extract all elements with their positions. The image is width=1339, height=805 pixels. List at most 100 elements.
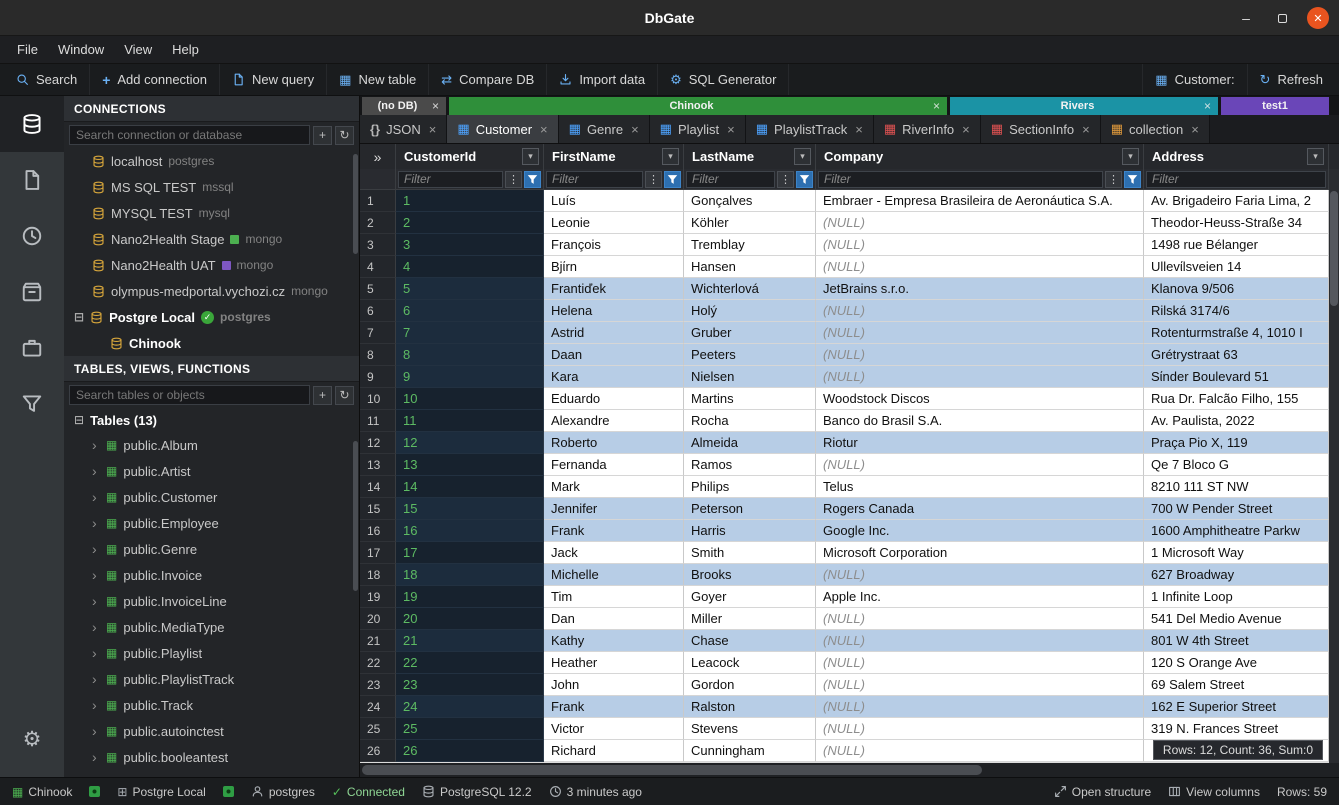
connection-item-chinook[interactable]: Chinook [64,330,359,356]
tab-riverinfo[interactable]: ▦RiverInfo× [874,115,981,143]
cell[interactable]: 1600 Amphitheatre Parkw [1144,520,1329,542]
table-item-public-autoinctest[interactable]: ›▦public.autoinctest [64,718,359,744]
tab-sectioninfo[interactable]: ▦SectionInfo× [981,115,1101,143]
cell[interactable]: Ullevίlsveien 14 [1144,256,1329,278]
cell[interactable]: Philips [684,476,816,498]
status-postgre-local[interactable]: ⊞Postgre Local [117,785,205,799]
cell[interactable]: Köhler [684,212,816,234]
cell[interactable]: 4 [396,256,544,278]
menu-window[interactable]: Window [49,39,113,60]
chevron-down-icon[interactable]: ▾ [662,148,679,165]
cell[interactable]: 541 Del Medio Avenue [1144,608,1329,630]
chevron-down-icon[interactable]: ▾ [522,148,539,165]
cell[interactable]: 120 S Orange Ave [1144,652,1329,674]
row-number[interactable]: 3 [360,234,396,256]
cell[interactable]: 21 [396,630,544,652]
filter-menu-icon[interactable]: ⋮ [1105,171,1122,188]
row-number[interactable]: 6 [360,300,396,322]
connection-item-localhost[interactable]: localhostpostgres [64,148,359,174]
cell[interactable]: 16 [396,520,544,542]
chevron-right-icon[interactable]: › [92,645,100,661]
close-icon[interactable]: × [631,122,639,137]
chevron-right-icon[interactable]: › [92,437,100,453]
row-number[interactable]: 21 [360,630,396,652]
tab-customer[interactable]: ▦Customer× [447,115,558,143]
cell[interactable]: (NULL) [816,564,1144,586]
connection-item-nano2health-stage[interactable]: Nano2Health Stagemongo [64,226,359,252]
cell[interactable]: Rotenturmstraße 4, 1010 I [1144,322,1329,344]
cell[interactable]: Riotur [816,432,1144,454]
cell[interactable]: Gordon [684,674,816,696]
cell[interactable]: Theodor-Heuss-Straße 34 [1144,212,1329,234]
cell[interactable]: 2 [396,212,544,234]
cell[interactable]: Ramos [684,454,816,476]
collapse-icon[interactable]: ⊟ [74,413,84,427]
cell[interactable]: Holý [684,300,816,322]
cell[interactable]: Frantiďek [544,278,684,300]
row-number[interactable]: 20 [360,608,396,630]
status-view-columns[interactable]: View columns [1168,785,1260,799]
status-open-structure[interactable]: Open structure [1054,785,1151,799]
row-number[interactable]: 10 [360,388,396,410]
cell[interactable]: Astrid [544,322,684,344]
cell[interactable]: 700 W Pender Street [1144,498,1329,520]
menu-help[interactable]: Help [163,39,208,60]
grid-vertical-scrollbar-thumb[interactable] [1330,191,1338,306]
tab-json[interactable]: {}JSON× [360,115,447,143]
cell[interactable]: Nielsen [684,366,816,388]
db-tab-rivers[interactable]: Rivers× [950,97,1218,115]
cell[interactable]: Frank [544,696,684,718]
cell[interactable]: John [544,674,684,696]
table-item-public-booleantest[interactable]: ›▦public.booleantest [64,744,359,770]
cell[interactable]: (NULL) [816,256,1144,278]
chevron-right-icon[interactable]: › [92,567,100,583]
row-number[interactable]: 9 [360,366,396,388]
cell[interactable]: Helena [544,300,684,322]
table-item-public-track[interactable]: ›▦public.Track [64,692,359,718]
chevron-right-icon[interactable]: › [92,723,100,739]
cell[interactable]: Tim [544,586,684,608]
table-item-public-mediatype[interactable]: ›▦public.MediaType [64,614,359,640]
column-header-lastname[interactable]: LastName▾ [684,144,816,169]
row-number[interactable]: 11 [360,410,396,432]
close-icon[interactable]: × [1204,99,1211,113]
cell[interactable]: Kathy [544,630,684,652]
chevron-right-icon[interactable]: › [92,515,100,531]
cell[interactable]: Eduardo [544,388,684,410]
cell[interactable]: Jennifer [544,498,684,520]
connection-item-postgre-local[interactable]: ⊟Postgre Local✓postgres [64,304,359,330]
cell[interactable]: Martins [684,388,816,410]
tab-genre[interactable]: ▦Genre× [559,115,650,143]
cell[interactable]: JetBrains s.r.o. [816,278,1144,300]
funnel-icon[interactable] [796,171,813,188]
toolbar-customer[interactable]: ▦Customer: [1142,64,1246,95]
cell[interactable]: Gruber [684,322,816,344]
chevron-down-icon[interactable]: ▾ [794,148,811,165]
tab-playlist[interactable]: ▦Playlist× [650,115,746,143]
close-icon[interactable]: × [1191,122,1199,137]
cell[interactable]: Roberto [544,432,684,454]
chevron-right-icon[interactable]: › [92,463,100,479]
cell[interactable]: Fernanda [544,454,684,476]
chevron-right-icon[interactable]: › [92,749,100,765]
cell[interactable]: Almeida [684,432,816,454]
rail-connections[interactable] [0,96,64,152]
row-number[interactable]: 26 [360,740,396,762]
cell[interactable]: 1498 rue Bélanger [1144,234,1329,256]
db-tab-test1[interactable]: test1 [1221,97,1329,115]
minimize-button[interactable]: – [1235,7,1257,29]
filter-menu-icon[interactable]: ⋮ [645,171,662,188]
cell[interactable]: Qe 7 Bloco G [1144,454,1329,476]
cell[interactable]: Rua Dr. Falcão Filho, 155 [1144,388,1329,410]
cell[interactable]: 22 [396,652,544,674]
toolbar-new-query[interactable]: New query [220,64,327,95]
chevron-down-icon[interactable]: ▾ [1307,148,1324,165]
close-icon[interactable]: × [962,122,970,137]
row-number[interactable]: 8 [360,344,396,366]
connection-item-nano2health-uat[interactable]: Nano2Health UATmongo [64,252,359,278]
tables-group[interactable]: ⊟ Tables (13) [64,408,359,432]
toolbar-import-data[interactable]: Import data [547,64,658,95]
cell[interactable]: Bjίrn [544,256,684,278]
rail-settings[interactable]: ⚙ [0,711,64,767]
refresh-tables-button[interactable]: ↻ [335,386,354,405]
